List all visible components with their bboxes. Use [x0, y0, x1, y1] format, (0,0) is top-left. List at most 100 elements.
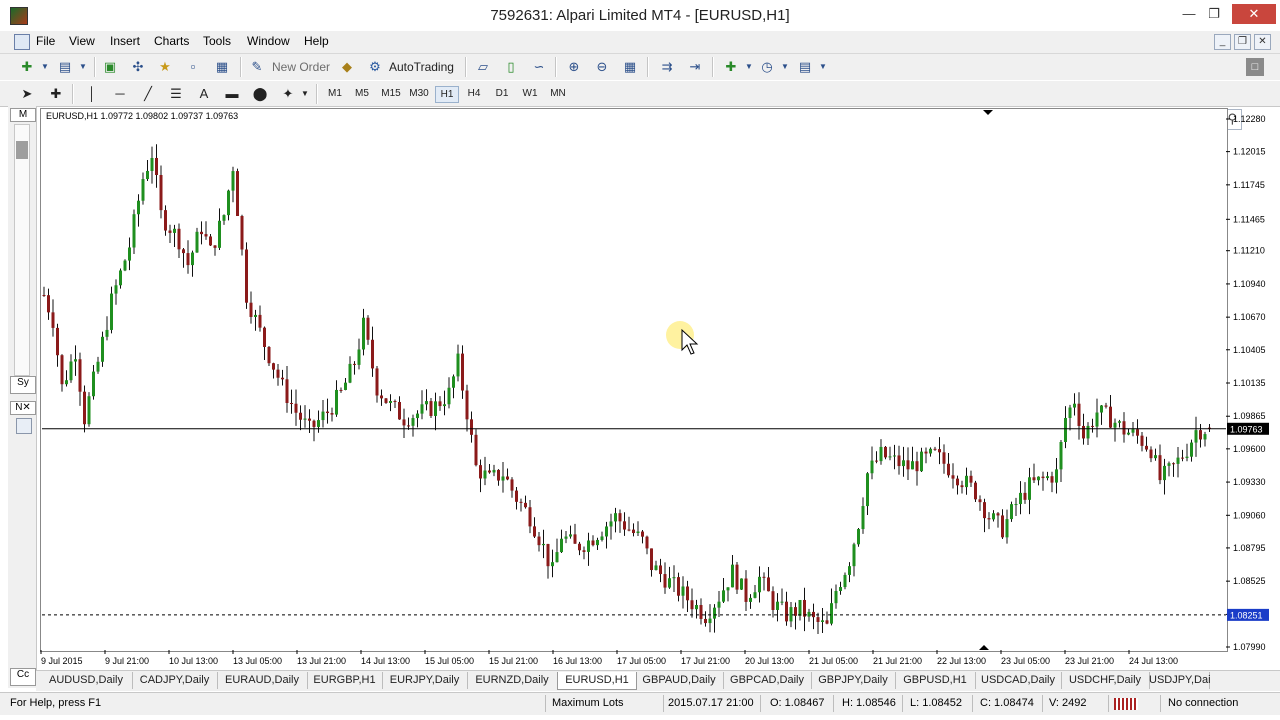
chart-tab[interactable]: GBPJPY,Daily	[811, 672, 896, 689]
strategy-tester-icon[interactable]: ▦	[213, 58, 231, 76]
menu-view[interactable]: View	[69, 34, 95, 48]
chart-tab[interactable]: EURJPY,Daily	[382, 672, 468, 689]
chart-tab[interactable]: GBPCAD,Daily	[723, 672, 812, 689]
close-button[interactable]: ✕	[1232, 4, 1276, 24]
data-window-icon[interactable]: ✣	[129, 58, 147, 76]
chart-tab[interactable]: USDCHF,Daily	[1061, 672, 1150, 689]
candle-body	[1041, 476, 1045, 479]
candle-body	[515, 490, 518, 502]
timeframe-m1[interactable]: M1	[324, 86, 346, 101]
chart-restore-button[interactable]: ❐	[1234, 34, 1251, 50]
timeframe-d1[interactable]: D1	[491, 86, 513, 101]
chart-tab[interactable]: EURNZD,Daily	[467, 672, 558, 689]
cursor-icon[interactable]: ➤	[18, 85, 36, 103]
navigator-icon[interactable]	[16, 418, 32, 434]
market-watch-icon[interactable]: ▣	[101, 58, 119, 76]
candle-body	[74, 359, 77, 362]
zoom-out-icon[interactable]: ⊖	[593, 58, 611, 76]
rectangle-icon[interactable]: ▬	[223, 85, 241, 103]
autotrading-icon[interactable]: ⚙	[366, 58, 384, 76]
minimize-button[interactable]: —	[1175, 4, 1203, 24]
autoscroll-icon[interactable]: ⇉	[658, 58, 676, 76]
status-profile[interactable]: Maximum Lots	[552, 697, 624, 709]
connection-status-icon	[1114, 698, 1138, 710]
timeframe-m30[interactable]: M30	[406, 86, 432, 101]
metaeditor-icon[interactable]: ◆	[338, 58, 356, 76]
dropdown-arrow-icon[interactable]: ▼	[74, 58, 92, 76]
chart-tab[interactable]: CADJPY,Daily	[132, 672, 218, 689]
timeframe-mn[interactable]: MN	[546, 86, 570, 101]
timeframe-w1[interactable]: W1	[519, 86, 541, 101]
bar-chart-icon[interactable]: ▱	[474, 58, 492, 76]
chart-tab[interactable]: GBPUSD,H1	[895, 672, 976, 689]
menu-window[interactable]: Window	[247, 34, 290, 48]
symbols-tab[interactable]: Sy	[10, 376, 36, 394]
candle-body	[492, 469, 496, 473]
timeframe-h4[interactable]: H4	[463, 86, 485, 101]
menu-help[interactable]: Help	[304, 34, 329, 48]
horizontal-line-icon[interactable]: ─	[111, 85, 129, 103]
autotrading-button[interactable]: AutoTrading	[389, 60, 454, 74]
new-order-button[interactable]: New Order	[272, 60, 330, 74]
profiles-icon[interactable]: ▤	[56, 58, 74, 76]
arrows-icon[interactable]: ✦	[279, 85, 297, 103]
dropdown-arrow-icon[interactable]: ▼	[740, 58, 758, 76]
crosshair-icon[interactable]: ✚	[47, 85, 65, 103]
trendline-icon[interactable]: ╱	[139, 85, 157, 103]
chart-window[interactable]: 1.12280 1.12015 1.11745 1.11465 1.11210 1.109…	[40, 108, 1270, 668]
terminal-icon[interactable]: ▫	[184, 58, 202, 76]
candle-body	[569, 534, 572, 537]
chart-tab[interactable]: AUDUSD,Daily	[40, 672, 133, 689]
candle-body	[690, 600, 694, 610]
chart-window-icon[interactable]	[14, 34, 30, 50]
chart-tab[interactable]: EURAUD,Daily	[217, 672, 308, 689]
fibonacci-icon[interactable]: ☰	[167, 85, 185, 103]
menu-charts[interactable]: Charts	[154, 34, 189, 48]
candle-body	[609, 521, 613, 527]
candle-body	[551, 562, 554, 567]
dropdown-arrow-icon[interactable]: ▼	[776, 58, 794, 76]
candlestick-icon[interactable]: ▯	[502, 58, 520, 76]
ellipse-icon[interactable]: ⬤	[251, 85, 269, 103]
menu-tools[interactable]: Tools	[203, 34, 231, 48]
chart-tab[interactable]: USDCAD,Daily	[975, 672, 1062, 689]
templates-icon[interactable]: ▤	[796, 58, 814, 76]
scrollbar-thumb[interactable]	[16, 141, 28, 159]
navigator-panel-tab[interactable]: N✕	[10, 401, 36, 415]
navigator-icon[interactable]: ★	[156, 58, 174, 76]
chart-tab[interactable]: GBPAUD,Daily	[635, 672, 724, 689]
tile-windows-icon[interactable]: ▦	[621, 58, 639, 76]
candle-body	[1059, 442, 1063, 470]
market-watch-panel-tab[interactable]: M	[10, 108, 36, 122]
panel-scrollbar[interactable]	[14, 124, 30, 376]
zoom-in-icon[interactable]: ⊕	[565, 58, 583, 76]
periods-icon[interactable]: ◷	[758, 58, 776, 76]
timeframe-m5[interactable]: M5	[351, 86, 373, 101]
menu-file[interactable]: File	[36, 34, 55, 48]
restore-button[interactable]: ❐	[1200, 4, 1228, 24]
timeframe-h1[interactable]: H1	[435, 86, 459, 103]
chart-tab[interactable]: EURUSD,H1	[557, 672, 637, 690]
indicators-icon[interactable]: ✚	[722, 58, 740, 76]
new-order-icon[interactable]: ✎	[248, 58, 266, 76]
dropdown-arrow-icon[interactable]: ▼	[36, 58, 54, 76]
menu-insert[interactable]: Insert	[110, 34, 140, 48]
chart-minimize-button[interactable]: _	[1214, 34, 1231, 50]
candle-body	[1109, 406, 1112, 428]
new-chart-icon[interactable]: ✚	[18, 58, 36, 76]
common-tab[interactable]: Cc	[10, 668, 36, 686]
dropdown-arrow-icon[interactable]: ▼	[296, 85, 314, 103]
chart-close-button[interactable]: ✕	[1254, 34, 1271, 50]
price-chart[interactable]: 1.12280 1.12015 1.11745 1.11465 1.11210 1.109…	[40, 108, 1270, 668]
dropdown-arrow-icon[interactable]: ▼	[814, 58, 832, 76]
chart-tab[interactable]: USDJPY,Dai	[1149, 672, 1211, 689]
community-icon[interactable]: □	[1246, 58, 1264, 76]
line-chart-icon[interactable]: ∽	[530, 58, 548, 76]
vertical-line-icon[interactable]: │	[83, 85, 101, 103]
candle-body	[947, 463, 950, 476]
text-icon[interactable]: A	[195, 85, 213, 103]
chart-tab[interactable]: EURGBP,H1	[307, 672, 383, 689]
chart-shift-icon[interactable]: ⇥	[686, 58, 704, 76]
timeframe-m15[interactable]: M15	[378, 86, 404, 101]
candle-body	[1203, 434, 1207, 440]
